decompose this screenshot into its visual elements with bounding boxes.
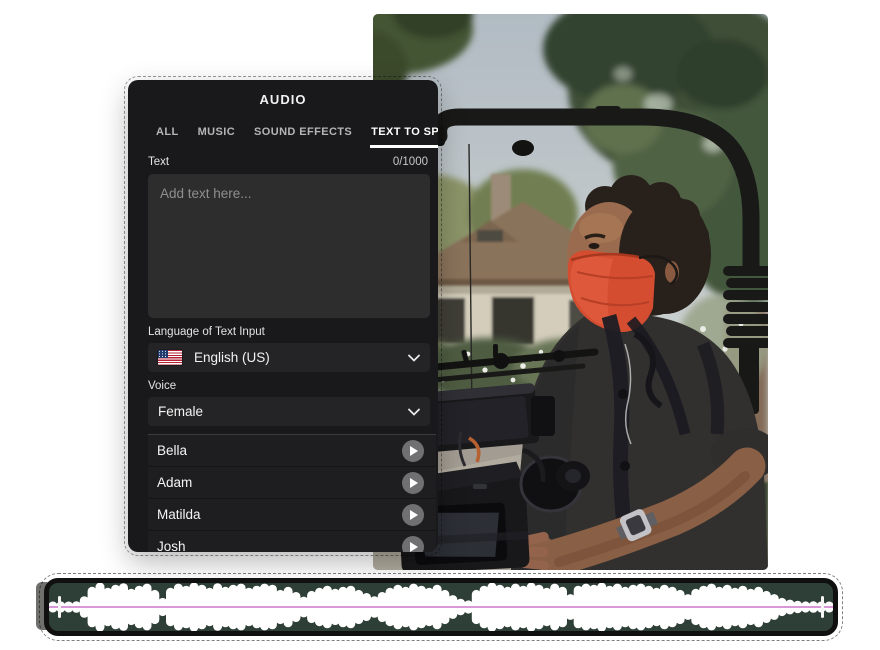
char-counter: 0/1000 <box>393 156 430 168</box>
tab-music[interactable]: MUSIC <box>197 126 236 148</box>
text-input-placeholder: Add text here... <box>160 186 252 201</box>
clip-right-handle[interactable] <box>821 596 824 618</box>
audio-panel: AUDIO ALL MUSIC SOUND EFFECTS TEXT TO SP… <box>128 80 438 552</box>
voice-option-bella[interactable]: Bella <box>148 435 436 467</box>
play-icon[interactable] <box>402 440 424 462</box>
language-dropdown[interactable]: English (US) <box>148 343 430 372</box>
voice-option-matilda[interactable]: Matilda <box>148 499 436 531</box>
page: AUDIO ALL MUSIC SOUND EFFECTS TEXT TO SP… <box>0 0 880 650</box>
tab-sound-effects[interactable]: SOUND EFFECTS <box>253 126 353 148</box>
text-label: Text <box>148 156 169 168</box>
voice-label: Voice <box>148 380 176 392</box>
clip-left-handle[interactable] <box>58 596 61 618</box>
text-input[interactable]: Add text here... <box>148 174 430 318</box>
voice-value: Female <box>158 404 203 419</box>
chevron-down-icon <box>408 354 420 362</box>
voice-list: Bella Adam Matilda Josh <box>148 434 436 552</box>
us-flag-icon <box>158 350 182 365</box>
tab-bar: ALL MUSIC SOUND EFFECTS TEXT TO SPEECH <box>128 118 438 148</box>
language-label: Language of Text Input <box>148 326 265 338</box>
language-value: English (US) <box>194 350 270 365</box>
voice-option-josh[interactable]: Josh <box>148 531 436 552</box>
panel-content: Text 0/1000 Add text here... Language of… <box>128 156 438 426</box>
tab-all[interactable]: ALL <box>155 126 180 148</box>
panel-title: AUDIO <box>128 80 438 118</box>
voice-option-adam[interactable]: Adam <box>148 467 436 499</box>
play-icon[interactable] <box>402 536 424 553</box>
audio-clip[interactable] <box>44 578 838 636</box>
play-icon[interactable] <box>402 472 424 494</box>
volume-line[interactable] <box>49 606 833 608</box>
chevron-down-icon <box>408 408 420 416</box>
play-icon[interactable] <box>402 504 424 526</box>
voice-dropdown[interactable]: Female <box>148 397 430 426</box>
tab-text-to-speech[interactable]: TEXT TO SPEECH <box>370 126 438 148</box>
